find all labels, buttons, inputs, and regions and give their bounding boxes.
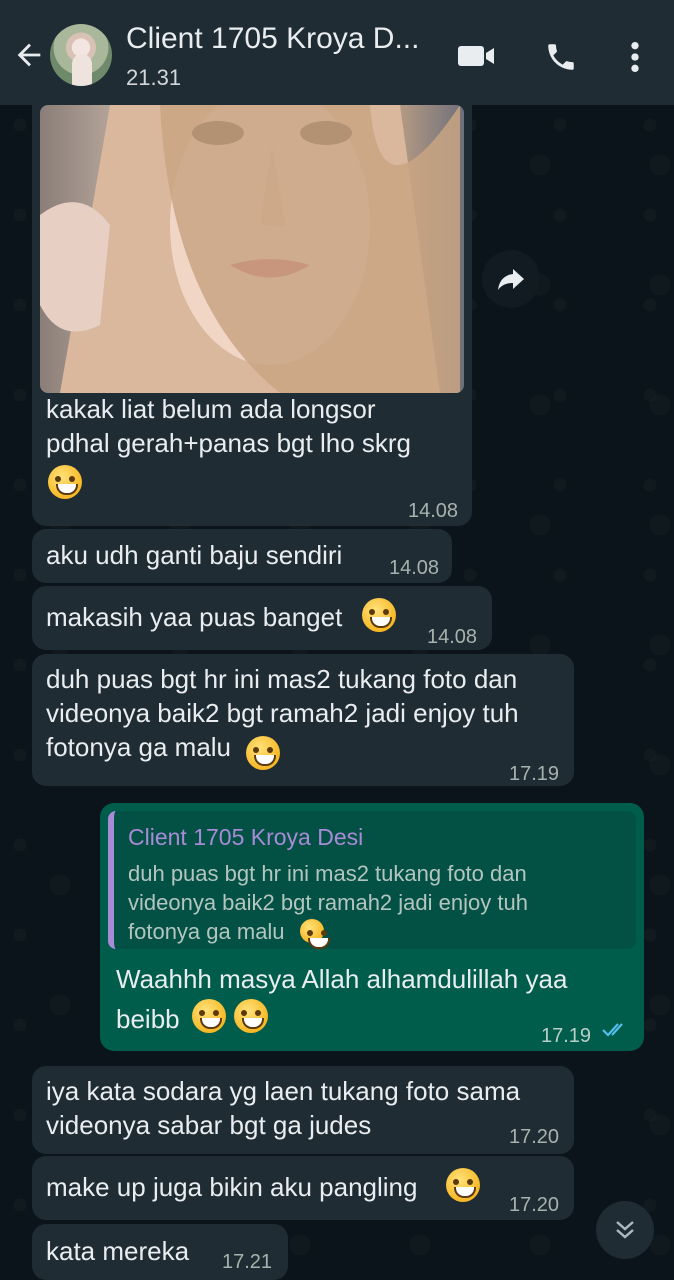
avatar[interactable]: [50, 24, 112, 86]
message-time: 17.19: [509, 763, 560, 785]
message-text: makasih yaa puas banget: [46, 602, 343, 632]
message-bubble[interactable]: kakak liat belum ada longsor pdhal gerah…: [32, 105, 472, 526]
quote-text: duh puas bgt hr ini mas2 tukang foto dan…: [128, 861, 528, 944]
face-with-tears-of-joy-icon: [48, 465, 82, 499]
shared-photo[interactable]: [40, 105, 464, 393]
grinning-face-icon: [300, 919, 330, 949]
voice-call-icon[interactable]: [544, 40, 578, 74]
contact-name[interactable]: Client 1705 Kroya D...: [126, 22, 419, 56]
more-options-icon[interactable]: [626, 40, 644, 74]
message-bubble[interactable]: kata mereka 17.21: [32, 1224, 288, 1280]
chat-area[interactable]: kakak liat belum ada longsor pdhal gerah…: [0, 105, 674, 1280]
rolling-on-floor-laughing-icon: [234, 999, 268, 1033]
video-call-icon[interactable]: [456, 42, 496, 70]
rolling-on-floor-laughing-icon: [446, 1168, 480, 1202]
read-receipt-icon: [602, 1023, 623, 1037]
message-text: duh puas bgt hr ini mas2 tukang foto dan…: [46, 664, 519, 762]
message-time: 17.21: [222, 1251, 273, 1273]
forward-icon[interactable]: [482, 250, 540, 308]
message-time: 17.20: [509, 1126, 560, 1148]
back-arrow-icon[interactable]: [12, 38, 46, 72]
message-text: kakak liat belum ada longsor pdhal gerah…: [46, 394, 411, 458]
message-time: 17.20: [509, 1194, 560, 1216]
message-text: make up juga bikin aku pangling: [46, 1172, 418, 1202]
message-bubble[interactable]: aku udh ganti baju sendiri 14.08: [32, 529, 452, 583]
message-bubble[interactable]: make up juga bikin aku pangling 17.20: [32, 1156, 574, 1220]
message-text: iya kata sodara yg laen tukang foto sama…: [46, 1076, 521, 1140]
message-time: 17.19: [541, 1025, 592, 1047]
message-text: aku udh ganti baju sendiri: [46, 540, 343, 570]
scroll-to-bottom-button[interactable]: [596, 1201, 654, 1259]
chat-header: Client 1705 Kroya D... 21.31: [0, 8, 674, 105]
message-time: 14.08: [427, 626, 478, 648]
message-bubble[interactable]: duh puas bgt hr ini mas2 tukang foto dan…: [32, 654, 574, 786]
message-text: Waahhh masya Allah alhamdulillah yaa bei…: [116, 964, 568, 1034]
message-time: 14.08: [389, 557, 440, 579]
outgoing-message-bubble[interactable]: Client 1705 Kroya Desi duh puas bgt hr i…: [100, 803, 644, 1051]
status-bar: [0, 0, 674, 8]
quoted-message[interactable]: Client 1705 Kroya Desi duh puas bgt hr i…: [108, 811, 636, 949]
message-bubble[interactable]: makasih yaa puas banget 14.08: [32, 586, 492, 650]
chevron-double-down-icon: [616, 1221, 634, 1239]
message-text: kata mereka: [46, 1236, 190, 1266]
grinning-face-icon: [246, 736, 280, 770]
message-bubble[interactable]: iya kata sodara yg laen tukang foto sama…: [32, 1066, 574, 1154]
message-time: 14.08: [408, 500, 459, 522]
quote-author: Client 1705 Kroya Desi: [128, 824, 364, 850]
photo-content: [40, 105, 460, 393]
grinning-face-icon: [192, 999, 226, 1033]
last-seen-time: 21.31: [126, 65, 182, 90]
smiling-face-with-hearts-icon: [362, 598, 396, 632]
